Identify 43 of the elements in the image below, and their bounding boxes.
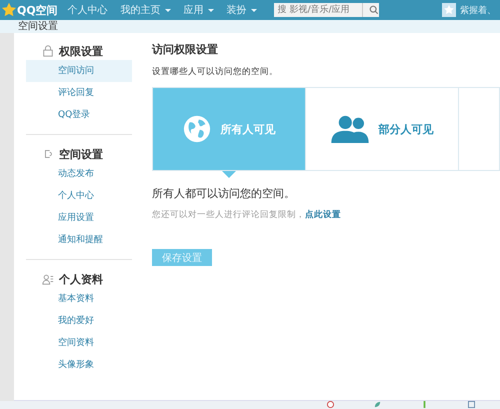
settings-link[interactable]: 点此设置 [305,210,341,220]
description-text: 所有人都可以访问您的空间。 [152,186,296,201]
download-icon [421,401,428,408]
sidebar-item[interactable]: 动态发布 [26,163,132,185]
sidebar-item[interactable]: QQ登录 [26,104,132,126]
page-title: 空间设置 [18,20,58,32]
nav-link[interactable]: 个人中心 [68,3,108,17]
sidebar-item[interactable]: 评论回复 [26,82,132,104]
user-name[interactable]: 紫握着、 [460,4,496,16]
group-title: 个人资料 [59,272,103,286]
sidebar-item[interactable]: 我的爱好 [26,310,132,332]
caret-icon[interactable] [250,8,257,14]
group-title: 权限设置 [59,44,103,58]
sidebar-item[interactable]: 空间资料 [26,332,132,354]
nav-link[interactable]: 应用 [184,3,214,17]
option-label: 部分人可见 [378,122,434,136]
caret-icon[interactable] [164,8,171,14]
globe-icon [182,115,210,143]
contact-icon [42,273,54,285]
lock-icon [42,45,54,57]
sidebar-item[interactable]: 基本资料 [26,288,132,310]
search-icon[interactable] [368,5,379,15]
sidebar-item[interactable]: 头像形象 [26,354,132,376]
section-title: 访问权限设置 [152,42,219,58]
sidebar-item[interactable]: 空间访问 [26,60,132,82]
nav-link[interactable]: 我的主页 [120,3,171,17]
search-field[interactable]: 搜 影视/音乐/应用 [274,3,379,17]
star-icon [1,2,17,18]
plug-icon [42,148,54,160]
logo-text[interactable]: QQ空间 [17,2,58,18]
sidebar-item[interactable]: 通知和提醒 [26,229,132,251]
caret-icon[interactable] [208,8,214,14]
window-icon [468,401,475,408]
sidebar-item[interactable]: 应用设置 [26,207,132,229]
nav-link[interactable]: 装扮 [226,3,257,17]
section-subtitle: 设置哪些人可以访问您的空间。 [152,66,279,79]
note-text: 您还可以对一些人进行评论回复限制， [152,210,305,220]
people-icon [330,115,368,143]
leaf-icon [374,401,381,408]
sidebar-item[interactable]: 个人中心 [26,185,132,207]
option-label: 所有人可见 [220,122,276,136]
group-title: 空间设置 [59,146,103,162]
pointer-triangle [222,171,236,178]
